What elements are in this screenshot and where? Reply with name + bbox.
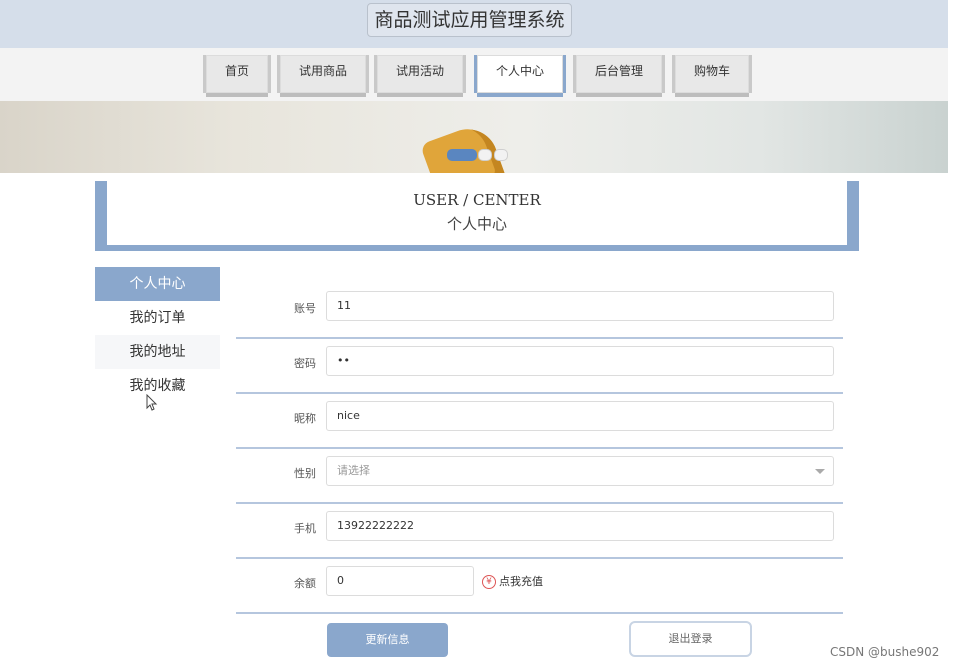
carousel-dot-1[interactable] <box>447 149 477 161</box>
sidebar-item-user-center[interactable]: 个人中心 <box>95 267 220 301</box>
section-title-en: USER / CENTER <box>413 191 541 209</box>
gender-label: 性别 <box>294 467 316 480</box>
gender-select-placeholder: 请选择 <box>337 464 370 477</box>
app-window: 商品测试应用管理系统 首页 试用商品 试用活动 个人中心 后台管理 购物车 US… <box>0 0 948 667</box>
header-bar: 商品测试应用管理系统 <box>0 0 948 48</box>
form-row-balance: 余额 0 ¥ 点我充值 <box>236 559 843 614</box>
balance-input[interactable]: 0 <box>326 566 474 596</box>
phone-label: 手机 <box>294 522 316 535</box>
top-nav: 首页 试用商品 试用活动 个人中心 后台管理 购物车 <box>0 48 948 102</box>
logout-button[interactable]: 退出登录 <box>629 621 752 657</box>
section-title-cn: 个人中心 <box>446 215 507 233</box>
profile-form: 账号 11 密码 •• 昵称 nice 性别 请选择 手机 1392222222… <box>236 284 843 614</box>
sidebar-menu: 个人中心 我的订单 我的地址 我的收藏 <box>95 267 220 403</box>
yen-icon: ¥ <box>482 575 496 589</box>
gender-select[interactable]: 请选择 <box>326 456 834 486</box>
carousel-dot-3[interactable] <box>494 149 508 161</box>
chevron-down-icon <box>815 469 825 474</box>
watermark: CSDN @bushe902 <box>830 645 940 659</box>
banner-image <box>419 120 507 173</box>
update-info-button[interactable]: 更新信息 <box>327 623 448 657</box>
sidebar-item-my-address[interactable]: 我的地址 <box>95 335 220 369</box>
password-input[interactable]: •• <box>326 346 834 376</box>
form-row-phone: 手机 13922222222 <box>236 504 843 559</box>
nav-admin[interactable]: 后台管理 <box>576 55 662 93</box>
nav-home[interactable]: 首页 <box>206 55 268 93</box>
nickname-input[interactable]: nice <box>326 401 834 431</box>
phone-input[interactable]: 13922222222 <box>326 511 834 541</box>
account-input[interactable]: 11 <box>326 291 834 321</box>
nav-cart[interactable]: 购物车 <box>675 55 749 93</box>
banner-carousel <box>0 101 948 173</box>
account-label: 账号 <box>294 302 316 315</box>
nav-trial-activities[interactable]: 试用活动 <box>377 55 463 93</box>
nav-user-center[interactable]: 个人中心 <box>477 55 563 93</box>
password-label: 密码 <box>294 357 316 370</box>
section-title-box: USER / CENTER 个人中心 <box>95 181 859 251</box>
recharge-link[interactable]: ¥ 点我充值 <box>482 573 543 589</box>
form-row-gender: 性别 请选择 <box>236 449 843 504</box>
form-row-password: 密码 •• <box>236 339 843 394</box>
nickname-label: 昵称 <box>294 412 316 425</box>
sidebar-item-my-orders[interactable]: 我的订单 <box>95 301 220 335</box>
balance-label: 余额 <box>294 577 316 590</box>
nav-trial-products[interactable]: 试用商品 <box>280 55 366 93</box>
recharge-label: 点我充值 <box>499 575 543 588</box>
mouse-cursor-icon <box>146 393 158 416</box>
app-title: 商品测试应用管理系统 <box>367 3 572 37</box>
carousel-dot-2[interactable] <box>478 149 492 161</box>
form-row-nickname: 昵称 nice <box>236 394 843 449</box>
form-row-account: 账号 11 <box>236 284 843 339</box>
